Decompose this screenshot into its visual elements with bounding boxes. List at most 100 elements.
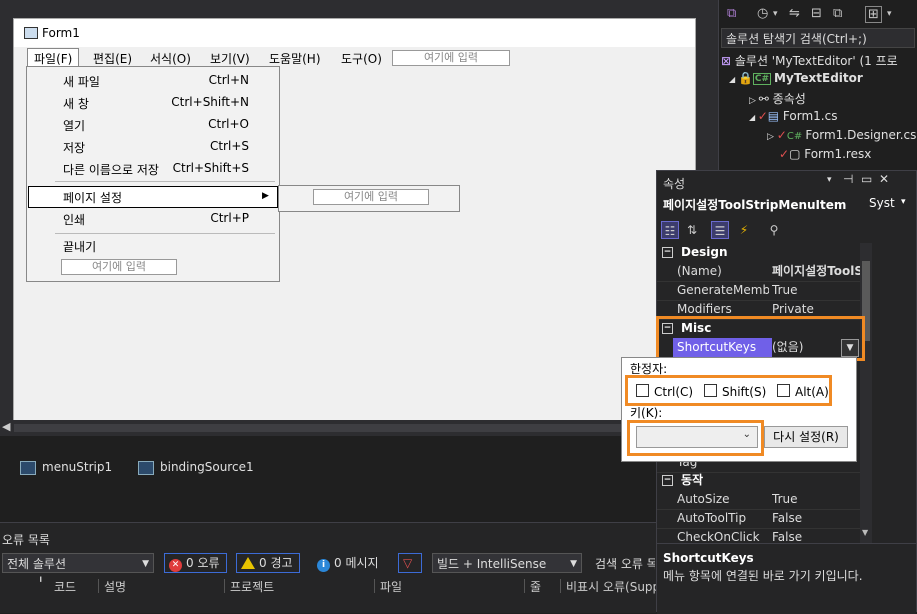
highlight-shortcutkeys bbox=[656, 316, 865, 361]
history-icon[interactable]: ◷ bbox=[757, 6, 768, 21]
tray-bindingsource[interactable]: bindingSource1 bbox=[138, 460, 254, 475]
property-pages-icon[interactable]: ⚲ bbox=[765, 221, 783, 239]
prop-autosize-value: True bbox=[772, 492, 798, 506]
menu-item-new-window[interactable]: 새 창 bbox=[63, 95, 89, 112]
column-file[interactable]: 파일 bbox=[380, 578, 402, 595]
file-menu-dropdown: 새 파일 Ctrl+N 새 창 Ctrl+Shift+N 열기 Ctrl+O 저… bbox=[26, 66, 280, 282]
collapse-icon[interactable]: ⊟ bbox=[811, 6, 822, 21]
checkmark-icon: ✓ bbox=[779, 147, 790, 161]
prop-row-autotooltip[interactable]: AutoToolTip False bbox=[657, 509, 860, 529]
error-search-placeholder: 검색 오류 목 bbox=[595, 557, 656, 571]
category-design[interactable]: − Design bbox=[657, 243, 860, 262]
tree-form1-resx[interactable]: ✓▢ Form1.resx bbox=[779, 147, 871, 161]
prop-name-value: 페이지설정ToolS bbox=[772, 264, 860, 278]
menu-item-new[interactable]: 새 파일 bbox=[63, 73, 100, 90]
tray-menustrip[interactable]: menuStrip1 bbox=[20, 460, 112, 475]
prop-generatemember-label: GenerateMember bbox=[677, 283, 769, 297]
properties-icon[interactable]: ☰ bbox=[711, 221, 729, 239]
menu-item-save-as[interactable]: 다른 이름으로 저장 bbox=[63, 161, 159, 178]
highlight-modifiers bbox=[625, 375, 832, 406]
tree-dependencies[interactable]: ▷ ⚯ 종속성 bbox=[749, 90, 806, 107]
sync-icon[interactable]: ⇋ bbox=[789, 6, 800, 21]
solution-icon: ⊠ bbox=[721, 54, 735, 68]
menu-format[interactable]: 서식(O) bbox=[150, 50, 191, 67]
filter-button[interactable]: ▽ bbox=[398, 553, 422, 573]
expand-icon: ◢ bbox=[729, 75, 738, 84]
view-icon[interactable]: ⊞ bbox=[865, 6, 882, 23]
menu-item-save[interactable]: 저장 bbox=[63, 139, 85, 156]
column-line[interactable]: 줄 bbox=[530, 578, 541, 595]
tree-form1-cs[interactable]: ◢ ✓▤ Form1.cs bbox=[749, 109, 837, 123]
menu-help[interactable]: 도움말(H) bbox=[269, 50, 321, 67]
build-source-select[interactable]: 빌드 + IntelliSense ▼ bbox=[432, 553, 582, 573]
error-list-panel: 오류 목록 전체 솔루션 ▼ ✕ 0 오류 0 경고 i 0 메시지 ▽ 빌드 + I… bbox=[0, 522, 660, 613]
tree-solution[interactable]: ⊠ 솔루션 'MyTextEditor' (1 프로 bbox=[721, 52, 898, 69]
column-project[interactable]: 프로젝트 bbox=[230, 578, 274, 595]
messages-count: 0 메시지 bbox=[334, 556, 379, 570]
maximize-icon[interactable]: ▭ bbox=[861, 172, 872, 186]
menu-item-page-setup[interactable]: 페이지 설정 ▶ bbox=[28, 186, 278, 208]
events-icon[interactable]: ⚡ bbox=[735, 221, 753, 239]
scroll-down-icon[interactable]: ▼ bbox=[862, 528, 868, 537]
prop-autosize-label: AutoSize bbox=[677, 492, 730, 506]
menu-item-print[interactable]: 인쇄 bbox=[63, 211, 85, 228]
errors-filter[interactable]: ✕ 0 오류 bbox=[164, 553, 227, 573]
designer-horizontal-scrollbar[interactable]: ◀ bbox=[0, 420, 718, 436]
prop-autotooltip-label: AutoToolTip bbox=[677, 511, 747, 525]
menu-separator bbox=[55, 233, 275, 234]
column-code[interactable]: 코드 bbox=[54, 578, 76, 595]
tree-project[interactable]: ◢ 🔒 C# MyTextEditor bbox=[729, 71, 863, 85]
alphabetical-icon[interactable]: ⇅ bbox=[683, 221, 701, 239]
prop-row-name[interactable]: (Name) 페이지설정ToolS bbox=[657, 262, 860, 282]
properties-scrollbar[interactable]: ▼ bbox=[860, 243, 872, 543]
prop-row-autosize[interactable]: AutoSize True bbox=[657, 490, 860, 510]
menu-type-here[interactable]: 여기에 입력 bbox=[392, 50, 510, 66]
vs-icon[interactable]: ⧉ bbox=[727, 6, 736, 21]
dropdown-type-here[interactable]: 여기에 입력 bbox=[61, 259, 177, 275]
chevron-down-icon[interactable]: ▾ bbox=[887, 9, 892, 19]
menu-item-new-shortcut: Ctrl+N bbox=[208, 73, 249, 87]
chevron-down-icon[interactable]: ▾ bbox=[827, 175, 832, 185]
scroll-left-icon[interactable]: ◀ bbox=[2, 420, 10, 433]
category-behavior-label: 동작 bbox=[681, 473, 704, 487]
column-suppression[interactable]: 비표시 오류(Supp bbox=[566, 578, 660, 595]
column-sort-icon[interactable]: ╹ bbox=[38, 578, 43, 588]
scope-value: 전체 솔루션 bbox=[7, 557, 67, 571]
tree-form1-designer[interactable]: ▷ ✓C# Form1.Designer.cs bbox=[767, 128, 916, 142]
scope-select[interactable]: 전체 솔루션 ▼ bbox=[2, 553, 154, 573]
prop-row-generatemember[interactable]: GenerateMemberTrue bbox=[657, 281, 860, 301]
csharp-file-icon: C# bbox=[786, 131, 806, 142]
solution-search-input[interactable]: 솔루션 탐색기 검색(Ctrl+;) bbox=[721, 28, 915, 48]
categorized-icon[interactable]: ☷ bbox=[661, 221, 679, 239]
warnings-filter[interactable]: 0 경고 bbox=[236, 553, 300, 573]
error-search-input[interactable]: 검색 오류 목 bbox=[590, 553, 656, 573]
menu-item-open[interactable]: 열기 bbox=[63, 117, 85, 134]
object-selector[interactable]: 페이지설정ToolStripMenuItem Syst ▾ bbox=[657, 193, 916, 213]
chevron-down-icon: ▼ bbox=[142, 559, 149, 569]
form-file-icon: ▤ bbox=[767, 109, 783, 123]
copy-icon[interactable]: ⧉ bbox=[833, 6, 842, 21]
close-icon[interactable]: ✕ bbox=[879, 172, 889, 186]
error-icon: ✕ bbox=[169, 559, 182, 572]
reset-button[interactable]: 다시 설정(R) bbox=[764, 426, 848, 448]
menu-image-margin bbox=[27, 67, 51, 281]
menu-tools[interactable]: 도구(O) bbox=[341, 50, 382, 67]
menu-separator bbox=[55, 181, 275, 182]
bindingsource-icon bbox=[138, 460, 154, 475]
menu-view[interactable]: 보기(V) bbox=[210, 50, 250, 67]
checkmark-icon: ✓ bbox=[776, 128, 787, 142]
messages-filter[interactable]: i 0 메시지 bbox=[312, 553, 386, 573]
error-list-toolbar: 전체 솔루션 ▼ ✕ 0 오류 0 경고 i 0 메시지 ▽ 빌드 + Intelli… bbox=[0, 551, 656, 575]
menu-item-exit[interactable]: 끝내기 bbox=[63, 238, 96, 255]
menu-edit[interactable]: 편집(E) bbox=[93, 50, 132, 67]
properties-title: 속성 bbox=[663, 177, 686, 191]
pin-icon[interactable]: ⊣ bbox=[843, 172, 853, 186]
submenu-arrow-icon: ▶ bbox=[262, 191, 269, 201]
chevron-down-icon[interactable]: ▾ bbox=[773, 9, 778, 19]
category-behavior[interactable]: − 동작 bbox=[657, 471, 860, 490]
build-source-value: 빌드 + IntelliSense bbox=[437, 557, 547, 571]
tree-project-label: MyTextEditor bbox=[774, 71, 863, 85]
column-description[interactable]: 설명 bbox=[104, 578, 126, 595]
scroll-thumb[interactable] bbox=[14, 424, 624, 432]
submenu-type-here[interactable]: 여기에 입력 bbox=[313, 189, 429, 205]
